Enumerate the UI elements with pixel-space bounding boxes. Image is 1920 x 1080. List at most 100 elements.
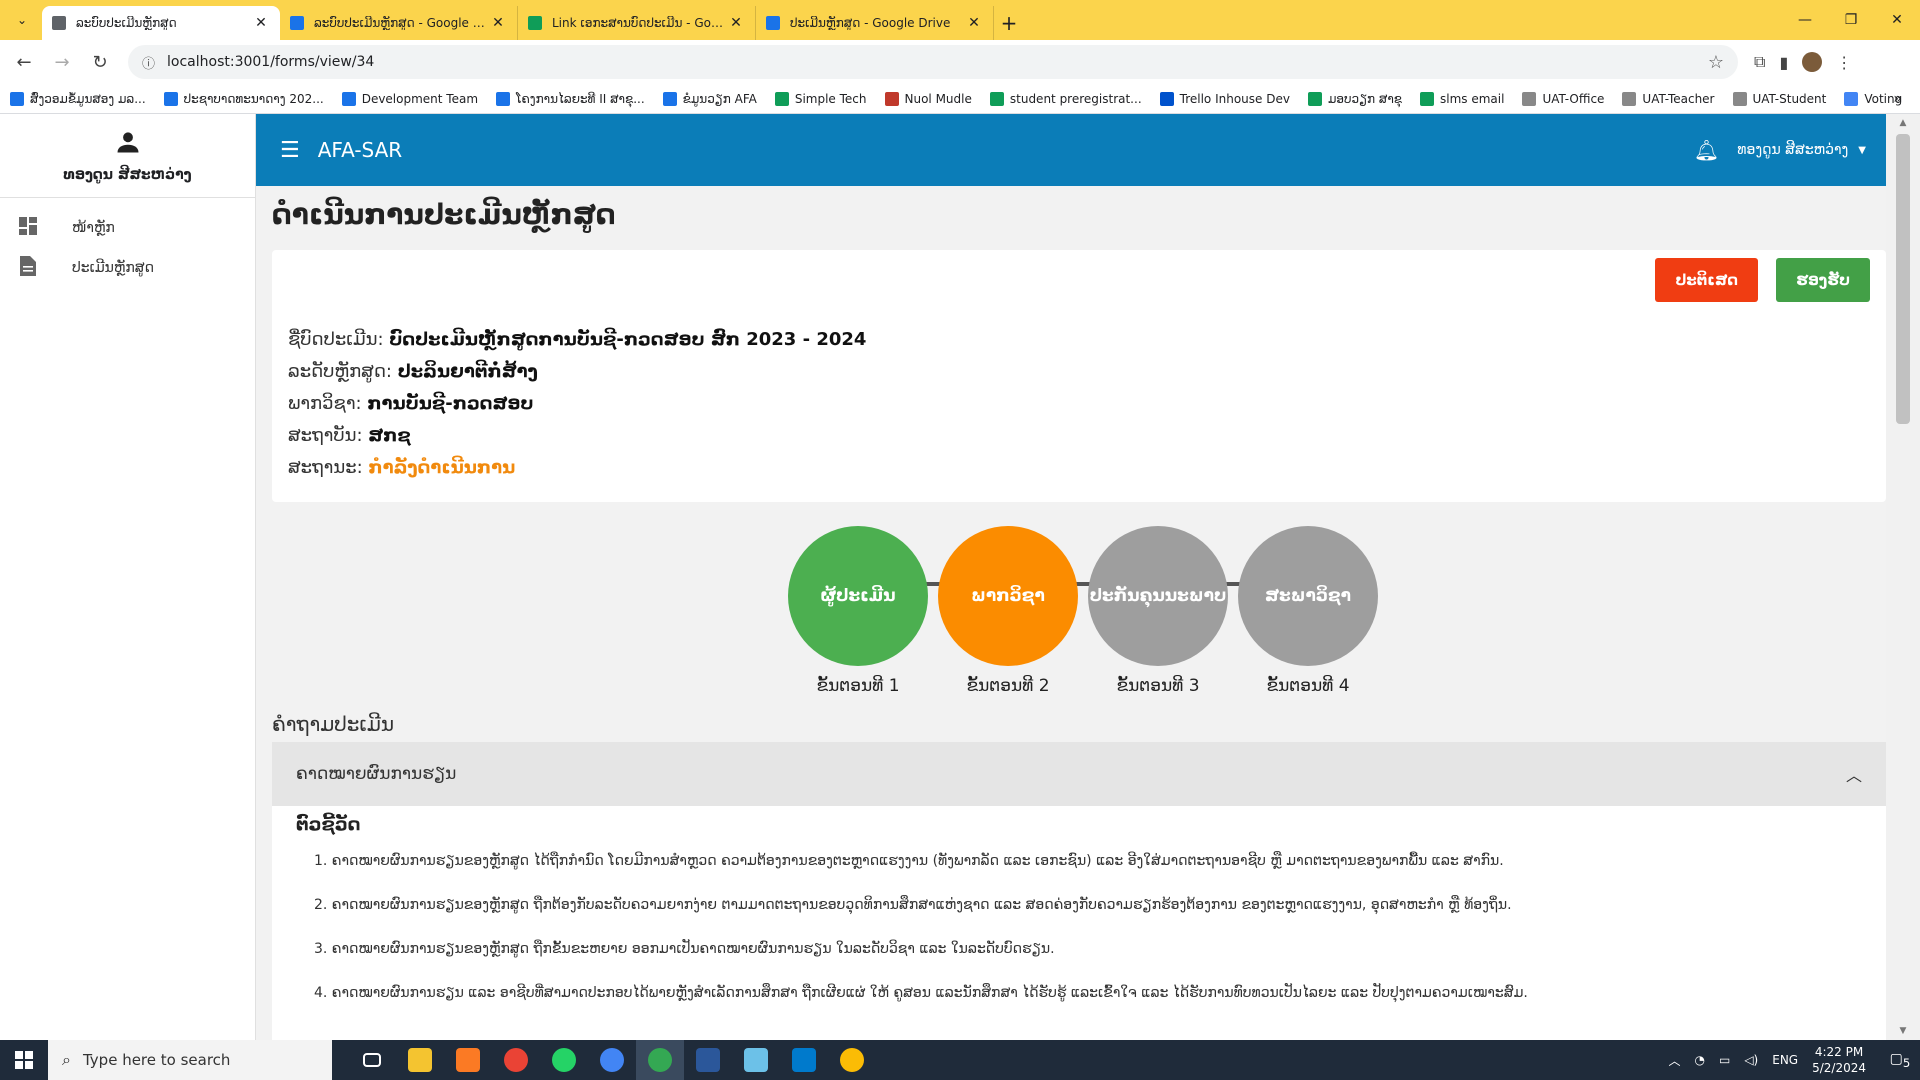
bookmark-label: ຂໍມູນວຽກ AFA xyxy=(682,91,757,106)
forward-icon[interactable]: → xyxy=(46,46,78,78)
windows-start-icon[interactable] xyxy=(0,1040,48,1080)
bookmarks-more-icon[interactable]: » xyxy=(1893,91,1902,107)
indicator-item: 4. ຄາດໝາຍຜົນການຮຽນ ແລະ ອາຊີບທີ່ສາມາດປະກອ… xyxy=(314,985,1528,1001)
bookmark-favicon-icon xyxy=(1844,91,1859,106)
caret-down-icon[interactable]: ▼ xyxy=(1858,145,1866,156)
notification-center-icon[interactable]: ▢5 xyxy=(1880,1051,1920,1070)
appbar-user-name[interactable]: ທອງດູນ ສີສະຫວ່າງ xyxy=(1737,142,1848,158)
bookmark-star-icon[interactable]: ☆ xyxy=(1708,52,1724,73)
tab-close-icon[interactable]: ✕ xyxy=(489,15,507,31)
reload-icon[interactable]: ↻ xyxy=(84,46,116,78)
restore-icon[interactable]: ❐ xyxy=(1828,0,1874,40)
bookmark-item[interactable]: UAT-Office xyxy=(1522,91,1604,106)
bookmarks-bar: ສົ່ງວອມຂໍ້ມູນສອງ ມລ... ປະຊາບາດທະນາດາງ 202… xyxy=(0,84,1920,114)
task-view-icon[interactable] xyxy=(348,1040,396,1080)
profile-avatar[interactable] xyxy=(1802,52,1823,72)
bookmark-favicon-icon xyxy=(1307,91,1322,106)
bookmark-item[interactable]: Trello Inhouse Dev xyxy=(1159,91,1290,106)
workflow-step: ສະພາວິຊາ ຂັ້ນຕອນທີ 4 xyxy=(1238,526,1378,696)
tab-close-icon[interactable]: ✕ xyxy=(965,15,983,31)
chrome-icon[interactable] xyxy=(588,1040,636,1080)
sidebar-item-home[interactable]: ໜ້າຫຼັກ xyxy=(0,208,255,248)
tab-close-icon[interactable]: ✕ xyxy=(727,15,745,31)
url-text[interactable]: localhost:3001/forms/view/34 xyxy=(167,54,1708,70)
chrome-icon[interactable] xyxy=(492,1040,540,1080)
battery-icon[interactable]: ▭ xyxy=(1719,1053,1730,1067)
clock-date: 5/2/2024 xyxy=(1812,1061,1866,1075)
search-icon: ⌕ xyxy=(62,1050,71,1069)
tray-chevron-icon[interactable]: ︿ xyxy=(1668,1052,1680,1069)
bookmark-item[interactable]: ປະຊາບາດທະນາດາງ 202... xyxy=(163,91,324,106)
chevron-up-icon[interactable]: ︿ xyxy=(1846,762,1862,786)
bookmark-item[interactable]: Development Team xyxy=(341,91,478,106)
bookmark-favicon-icon xyxy=(1522,91,1537,106)
bookmark-item[interactable]: UAT-Student xyxy=(1732,91,1826,106)
bookmark-item[interactable]: ຂໍມູນວຽກ AFA xyxy=(662,91,757,106)
chrome-icon[interactable] xyxy=(636,1040,684,1080)
word-icon[interactable] xyxy=(684,1040,732,1080)
bookmark-item[interactable]: UAT-Teacher xyxy=(1622,91,1715,106)
browser-tab[interactable]: ລະບົບປະເມີນຫຼັກສູດ ✕ xyxy=(42,6,280,40)
bookmark-favicon-icon xyxy=(1732,91,1747,106)
bookmark-item[interactable]: ມອບວຽກ ສາຂຸ xyxy=(1307,91,1402,106)
info-row-institute: ສະຖາບັນ: ສກຊ xyxy=(288,425,411,446)
site-info-icon[interactable]: ⓘ xyxy=(142,53,155,72)
hamburger-menu-icon[interactable]: ☰ xyxy=(280,138,300,163)
browser-tab[interactable]: ປະເມີນຫຼັກສູດ - Google Drive ✕ xyxy=(756,6,994,40)
scroll-up-icon[interactable]: ▲ xyxy=(1886,118,1920,128)
tab-close-icon[interactable]: ✕ xyxy=(252,15,270,31)
minimize-icon[interactable]: — xyxy=(1782,0,1828,40)
new-tab-button[interactable]: + xyxy=(994,8,1024,38)
tab-favicon-icon xyxy=(52,16,66,30)
main-content: ດຳເນີນການປະເມີນຫຼັກສູດ ປະຕິເສດ ຮອງຮັບ ຊື… xyxy=(256,186,1886,1040)
browser-tab[interactable]: Link ເອກະສານບົດປະເມີນ - Google ✕ xyxy=(518,6,756,40)
file-explorer-icon[interactable] xyxy=(396,1040,444,1080)
chrome-icon[interactable] xyxy=(828,1040,876,1080)
whatsapp-icon[interactable] xyxy=(540,1040,588,1080)
page-scrollbar[interactable]: ▲ ▼ xyxy=(1886,114,1920,1040)
bookmark-item[interactable]: slms email xyxy=(1420,91,1504,106)
xampp-icon[interactable] xyxy=(444,1040,492,1080)
bookmark-item[interactable]: ສົ່ງວອມຂໍ້ມູນສອງ ມລ... xyxy=(10,91,146,106)
accordion-header[interactable]: ຄາດໝາຍຜົນການຮຽນ ︿ xyxy=(272,742,1886,806)
dashboard-icon xyxy=(18,216,38,240)
bookmark-label: ສົ່ງວອມຂໍ້ມູນສອງ ມລ... xyxy=(30,91,146,106)
notepad-icon[interactable] xyxy=(732,1040,780,1080)
taskbar-search[interactable]: ⌕ Type here to search xyxy=(48,1040,332,1080)
scroll-thumb[interactable] xyxy=(1896,134,1910,424)
bell-icon[interactable]: 🔔︎ xyxy=(1694,138,1719,162)
sidebar-item-evaluation[interactable]: ປະເມີນຫຼັກສູດ xyxy=(0,248,255,288)
network-icon[interactable]: ◔ xyxy=(1694,1053,1704,1067)
address-bar[interactable]: ⓘ localhost:3001/forms/view/34 ☆ xyxy=(128,45,1738,79)
volume-icon[interactable]: ◁) xyxy=(1744,1053,1758,1067)
sidebar-user-name: ທອງດູນ ສີສະຫວ່າງ xyxy=(63,167,192,183)
bookmark-item[interactable]: Nuol Mudle xyxy=(884,91,972,106)
section-title: ຄຳຖາມປະເມີນ xyxy=(272,712,395,736)
bookmark-item[interactable]: Simple Tech xyxy=(774,91,867,106)
side-panel-icon[interactable]: ▮ xyxy=(1779,53,1788,72)
indicator-list: 1. ຄາດໝາຍຜົນການຮຽນຂອງຫຼັກສູດ ໄດ້ຖືກກຳນົດ… xyxy=(296,853,1862,1001)
tab-title: ລະບົບປະເມີນຫຼັກສູດ xyxy=(76,16,177,30)
bookmark-label: ປະຊາບາດທະນາດາງ 202... xyxy=(183,91,324,106)
tab-search-icon[interactable]: ⌄ xyxy=(8,6,36,34)
vscode-icon[interactable] xyxy=(780,1040,828,1080)
reject-button[interactable]: ປະຕິເສດ xyxy=(1655,258,1758,302)
bookmark-favicon-icon xyxy=(1159,91,1174,106)
browser-tab[interactable]: ລະບົບປະເມີນຫຼັກສູດ - Google Drive ✕ xyxy=(280,6,518,40)
bookmark-item[interactable]: ໂຄງການໄລຍະທີ II ສາຂຸ... xyxy=(496,91,645,106)
os-taskbar: ⌕ Type here to search ︿ ◔ ▭ ◁) ENG 4:22 … xyxy=(0,1040,1920,1080)
bookmark-item[interactable]: student preregistrat... xyxy=(989,91,1142,106)
extensions-icon[interactable]: ⧉ xyxy=(1754,52,1765,72)
browser-menu-icon[interactable]: ⋮ xyxy=(1836,53,1852,72)
accept-button[interactable]: ຮອງຮັບ xyxy=(1776,258,1870,302)
person-icon xyxy=(114,128,142,161)
app-brand: AFA-SAR xyxy=(317,138,403,162)
step-circle: ປະກັນຄຸນນະພາບ xyxy=(1088,526,1228,666)
scroll-down-icon[interactable]: ▼ xyxy=(1886,1026,1920,1036)
tab-favicon-icon xyxy=(766,16,780,30)
clock[interactable]: 4:22 PM 5/2/2024 xyxy=(1812,1044,1866,1076)
back-icon[interactable]: ← xyxy=(8,46,40,78)
taskbar-search-placeholder: Type here to search xyxy=(82,1051,231,1069)
language-indicator[interactable]: ENG xyxy=(1772,1053,1798,1067)
close-window-icon[interactable]: ✕ xyxy=(1874,0,1920,40)
